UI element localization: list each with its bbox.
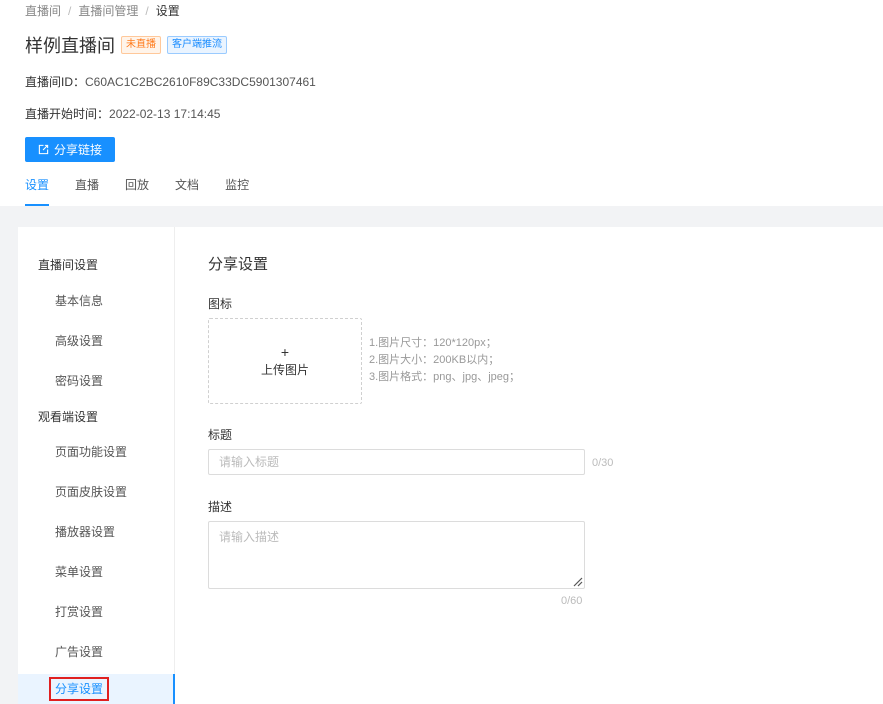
sidebar-item-share[interactable]: 分享设置 <box>18 674 175 704</box>
plus-icon: + <box>280 343 290 360</box>
sidebar-item-page-features[interactable]: 页面功能设置 <box>55 443 127 460</box>
icon-label: 图标 <box>208 297 233 311</box>
tab-live[interactable]: 直播 <box>75 176 99 206</box>
nav-group-viewer-settings: 观看端设置 <box>38 410 99 424</box>
breadcrumb-item-live-room[interactable]: 直播间 <box>25 4 61 18</box>
sidebar-item-basic-info[interactable]: 基本信息 <box>55 292 103 309</box>
tab-documents[interactable]: 文档 <box>175 176 199 206</box>
start-time-value: 2022-02-13 17:14:45 <box>109 107 221 121</box>
hint-format: 3.图片格式：png、jpg、jpeg； <box>369 371 521 383</box>
push-mode-badge: 客户端推流 <box>167 36 227 54</box>
hint-size: 1.图片尺寸：120*120px； <box>369 337 497 349</box>
page-title: 样例直播间 <box>25 36 115 56</box>
room-id-row: 直播间ID：C60AC1C2BC2610F89C33DC5901307461 <box>25 73 316 90</box>
sidebar-item-reward[interactable]: 打赏设置 <box>55 603 103 620</box>
breadcrumb-item-room-management[interactable]: 直播间管理 <box>78 4 138 18</box>
title-label: 标题 <box>208 428 233 442</box>
page-header: 直播间 / 直播间管理 / 设置 样例直播间 未直播 客户端推流 直播间ID：C60AC… <box>0 0 883 206</box>
hint-filesize: 2.图片大小：200KB以内； <box>369 354 500 366</box>
external-link-icon <box>38 144 49 155</box>
sidebar-item-advanced[interactable]: 高级设置 <box>55 332 103 349</box>
description-counter: 0/60 <box>561 595 583 607</box>
main-tabs: 设置 直播 回放 文档 监控 <box>25 176 275 206</box>
title-row: 样例直播间 未直播 客户端推流 <box>25 32 227 58</box>
resize-grip-icon[interactable] <box>571 575 583 587</box>
tab-monitor[interactable]: 监控 <box>225 176 249 206</box>
sidebar-item-menu[interactable]: 菜单设置 <box>55 563 103 580</box>
sidebar-item-ads[interactable]: 广告设置 <box>55 643 103 660</box>
description-label: 描述 <box>208 500 233 514</box>
sidebar-item-share-label: 分享设置 <box>49 677 110 701</box>
sidebar-item-page-skin[interactable]: 页面皮肤设置 <box>55 483 127 500</box>
room-id-value: C60AC1C2BC2610F89C33DC5901307461 <box>85 75 316 89</box>
title-counter: 0/30 <box>592 457 614 469</box>
title-input[interactable] <box>208 449 585 475</box>
upload-label: 上传图片 <box>260 362 309 377</box>
sidebar-item-password[interactable]: 密码设置 <box>55 372 103 389</box>
tab-playback[interactable]: 回放 <box>125 176 149 206</box>
start-time-label: 直播开始时间： <box>25 107 110 121</box>
breadcrumb-current: 设置 <box>155 4 180 18</box>
status-badge: 未直播 <box>121 36 161 54</box>
settings-card: 直播间设置 基本信息 高级设置 密码设置 观看端设置 页面功能设置 页面皮肤设置… <box>18 227 883 704</box>
nav-group-room-settings: 直播间设置 <box>38 258 99 272</box>
image-upload[interactable]: + 上传图片 <box>208 318 362 404</box>
breadcrumb-separator: / <box>145 4 149 18</box>
upload-hints: 1.图片尺寸：120*120px； 2.图片大小：200KB以内； 3.图片格式… <box>369 335 520 386</box>
breadcrumb: 直播间 / 直播间管理 / 设置 <box>25 2 180 19</box>
room-id-label: 直播间ID： <box>25 75 86 89</box>
description-input[interactable] <box>208 521 585 589</box>
share-link-label: 分享链接 <box>53 143 102 157</box>
sidebar-item-player[interactable]: 播放器设置 <box>55 523 115 540</box>
breadcrumb-separator: / <box>68 4 72 18</box>
share-link-button[interactable]: 分享链接 <box>25 137 115 162</box>
section-title: 分享设置 <box>208 256 269 273</box>
settings-sidenav: 直播间设置 基本信息 高级设置 密码设置 观看端设置 页面功能设置 页面皮肤设置… <box>18 227 175 704</box>
tab-settings[interactable]: 设置 <box>25 176 50 206</box>
start-time-row: 直播开始时间：2022-02-13 17:14:45 <box>25 105 220 122</box>
